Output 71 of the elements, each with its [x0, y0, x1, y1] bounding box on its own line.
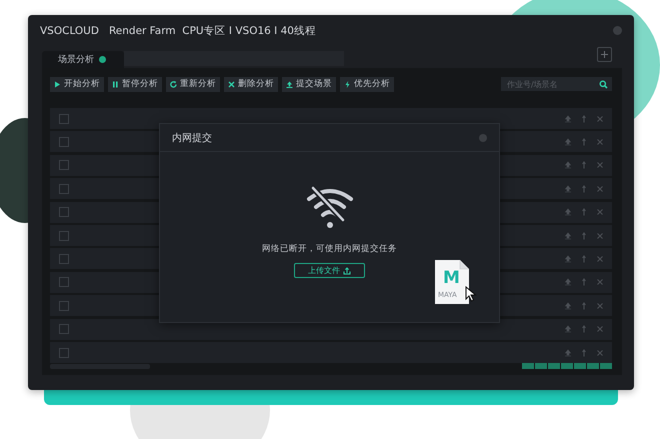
- upload-icon: [343, 266, 351, 274]
- pin-icon[interactable]: [580, 278, 588, 286]
- upload-icon[interactable]: [564, 302, 572, 310]
- close-button[interactable]: [479, 134, 487, 142]
- search-icon[interactable]: [599, 80, 608, 89]
- checkbox[interactable]: [59, 184, 69, 194]
- upload-button[interactable]: 上传文件: [294, 263, 365, 278]
- file-logo: M: [443, 268, 460, 288]
- pin-icon[interactable]: [580, 232, 588, 240]
- search-field[interactable]: 作业号/场景名: [501, 77, 612, 92]
- upload-icon[interactable]: [564, 278, 572, 286]
- pin-icon[interactable]: [580, 208, 588, 216]
- checkbox[interactable]: [59, 207, 69, 218]
- upload-icon[interactable]: [564, 184, 572, 193]
- play-icon: [53, 80, 62, 89]
- toolbar-button[interactable]: 暂停分析: [108, 76, 162, 92]
- close-icon[interactable]: [596, 325, 604, 334]
- checkbox[interactable]: [59, 254, 69, 264]
- toolbar-button[interactable]: 优先分析: [340, 76, 394, 92]
- checkbox[interactable]: [59, 136, 69, 147]
- close-icon[interactable]: [596, 302, 604, 310]
- upload-icon[interactable]: [564, 138, 572, 146]
- pin-icon[interactable]: [580, 138, 588, 146]
- toolbar-button[interactable]: 删除分析: [224, 76, 278, 92]
- close-icon[interactable]: [596, 232, 604, 240]
- checkbox[interactable]: [59, 114, 69, 124]
- window-button[interactable]: [613, 26, 622, 36]
- upload-icon: [285, 80, 294, 89]
- pin-icon[interactable]: [580, 348, 588, 356]
- pin-icon[interactable]: [580, 254, 588, 263]
- tab[interactable]: 场景分析: [42, 51, 124, 68]
- close-icon[interactable]: [596, 208, 604, 216]
- close-icon[interactable]: [596, 114, 604, 123]
- toolbar-button[interactable]: 开始分析: [50, 76, 104, 92]
- dialog-message: 网络已断开，可使用内网提交任务: [262, 243, 397, 255]
- checkbox[interactable]: [59, 324, 69, 334]
- dialog-title: 内网提交: [172, 132, 212, 144]
- refresh-icon: [169, 80, 178, 89]
- upload-icon[interactable]: [564, 325, 572, 334]
- close-icon[interactable]: [596, 278, 604, 286]
- checkbox[interactable]: [59, 160, 69, 170]
- delete-icon: [227, 80, 236, 89]
- checkbox[interactable]: [59, 277, 69, 288]
- pin-icon[interactable]: [580, 161, 588, 170]
- close-icon[interactable]: [596, 161, 604, 170]
- upload-icon[interactable]: [564, 114, 572, 123]
- upload-icon[interactable]: [564, 232, 572, 240]
- pin-icon[interactable]: [580, 114, 588, 123]
- cursor-icon: [465, 286, 479, 302]
- pin-icon[interactable]: [580, 184, 588, 193]
- pin-icon[interactable]: [580, 302, 588, 310]
- upload-icon[interactable]: [564, 161, 572, 170]
- add-icon[interactable]: [597, 47, 612, 62]
- upload-icon[interactable]: [564, 348, 572, 356]
- pin-icon[interactable]: [580, 325, 588, 334]
- file-icon: [434, 259, 470, 305]
- toolbar-button[interactable]: 重新分析: [166, 76, 220, 92]
- window-title: VSOCLOUD Render Farm CPU专区 I VSO16 I 40线程: [40, 24, 316, 38]
- upload-icon[interactable]: [564, 208, 572, 216]
- checkbox[interactable]: [59, 348, 69, 358]
- close-icon[interactable]: [596, 138, 604, 146]
- upload-icon[interactable]: [564, 254, 572, 263]
- checkbox[interactable]: [59, 300, 69, 311]
- checkbox[interactable]: [59, 230, 69, 241]
- close-icon[interactable]: [596, 254, 604, 263]
- toolbar-button[interactable]: 提交场景: [282, 76, 336, 92]
- pause-icon: [111, 80, 120, 89]
- bolt-icon: [343, 80, 352, 89]
- close-icon[interactable]: [596, 348, 604, 356]
- close-icon[interactable]: [596, 184, 604, 193]
- status-dot: [99, 56, 106, 64]
